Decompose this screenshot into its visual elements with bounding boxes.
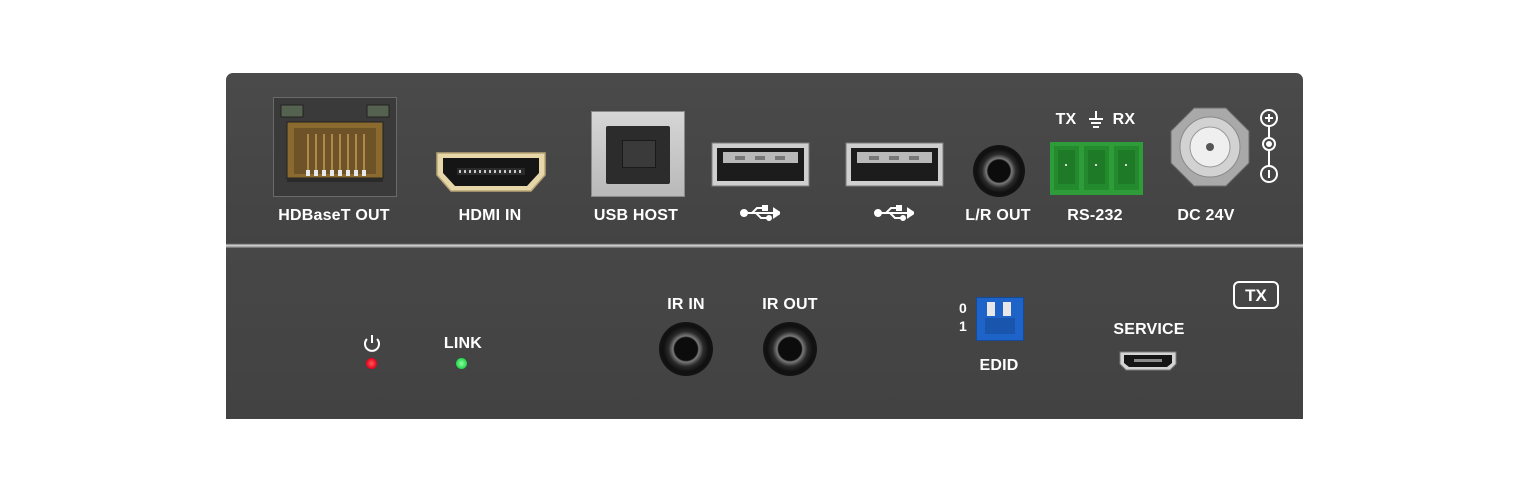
service-micro-usb-port[interactable] <box>1118 350 1178 372</box>
rs232-rx-label: RX <box>1112 111 1136 128</box>
rs232-label: RS-232 <box>1067 207 1123 224</box>
edid-label: EDID <box>979 357 1019 374</box>
usb-a-socket-icon <box>711 142 810 187</box>
tx-badge-text: TX <box>1245 286 1267 305</box>
usb-a-port-2[interactable] <box>845 142 944 187</box>
link-led <box>456 358 467 369</box>
dip-toggle-2[interactable] <box>1003 302 1011 316</box>
usb-symbol-icon <box>874 205 916 226</box>
dc-power-connector[interactable] <box>1170 107 1250 187</box>
edid-dip-switch[interactable] <box>976 297 1024 341</box>
micro-usb-icon <box>1119 351 1177 371</box>
hdmi-in-label: HDMI IN <box>458 207 522 224</box>
hdbaset-port[interactable] <box>273 97 397 197</box>
dc-polarity-icon <box>1258 106 1280 191</box>
edid-pos-0-label: 0 <box>959 300 967 316</box>
rs232-terminal-block[interactable] <box>1050 142 1143 195</box>
edid-pos-1-label: 1 <box>959 318 967 334</box>
usb-host-port[interactable] <box>591 111 685 197</box>
rs232-tx-label: TX <box>1055 111 1077 128</box>
service-label: SERVICE <box>1113 321 1185 338</box>
lr-out-label: L/R OUT <box>965 207 1031 224</box>
power-led <box>366 358 377 369</box>
usb-host-label: USB HOST <box>593 207 679 224</box>
hdmi-in-port[interactable] <box>433 149 549 195</box>
ir-out-label: IR OUT <box>762 296 818 313</box>
usb-a-port-1[interactable] <box>711 142 810 187</box>
hdmi-icon <box>436 152 546 192</box>
usb-b-socket <box>606 126 670 184</box>
usb-symbol-icon <box>740 205 782 226</box>
ir-in-label: IR IN <box>667 296 705 313</box>
usb-a-socket-icon <box>845 142 944 187</box>
power-icon <box>362 333 382 358</box>
rj45-icon <box>280 104 390 182</box>
hdbaset-out-label: HDBaseT OUT <box>278 207 390 224</box>
ir-in-jack[interactable] <box>659 322 713 376</box>
terminal-block-icon <box>1050 142 1143 195</box>
dip-toggle-1[interactable] <box>987 302 995 316</box>
lr-out-jack[interactable] <box>973 145 1025 197</box>
tx-badge: TX <box>1233 281 1279 309</box>
link-label: LINK <box>443 335 483 352</box>
dc-connector-icon <box>1170 107 1250 187</box>
ir-out-jack[interactable] <box>763 322 817 376</box>
dc-24v-label: DC 24V <box>1177 207 1235 224</box>
ground-icon <box>1087 110 1105 133</box>
